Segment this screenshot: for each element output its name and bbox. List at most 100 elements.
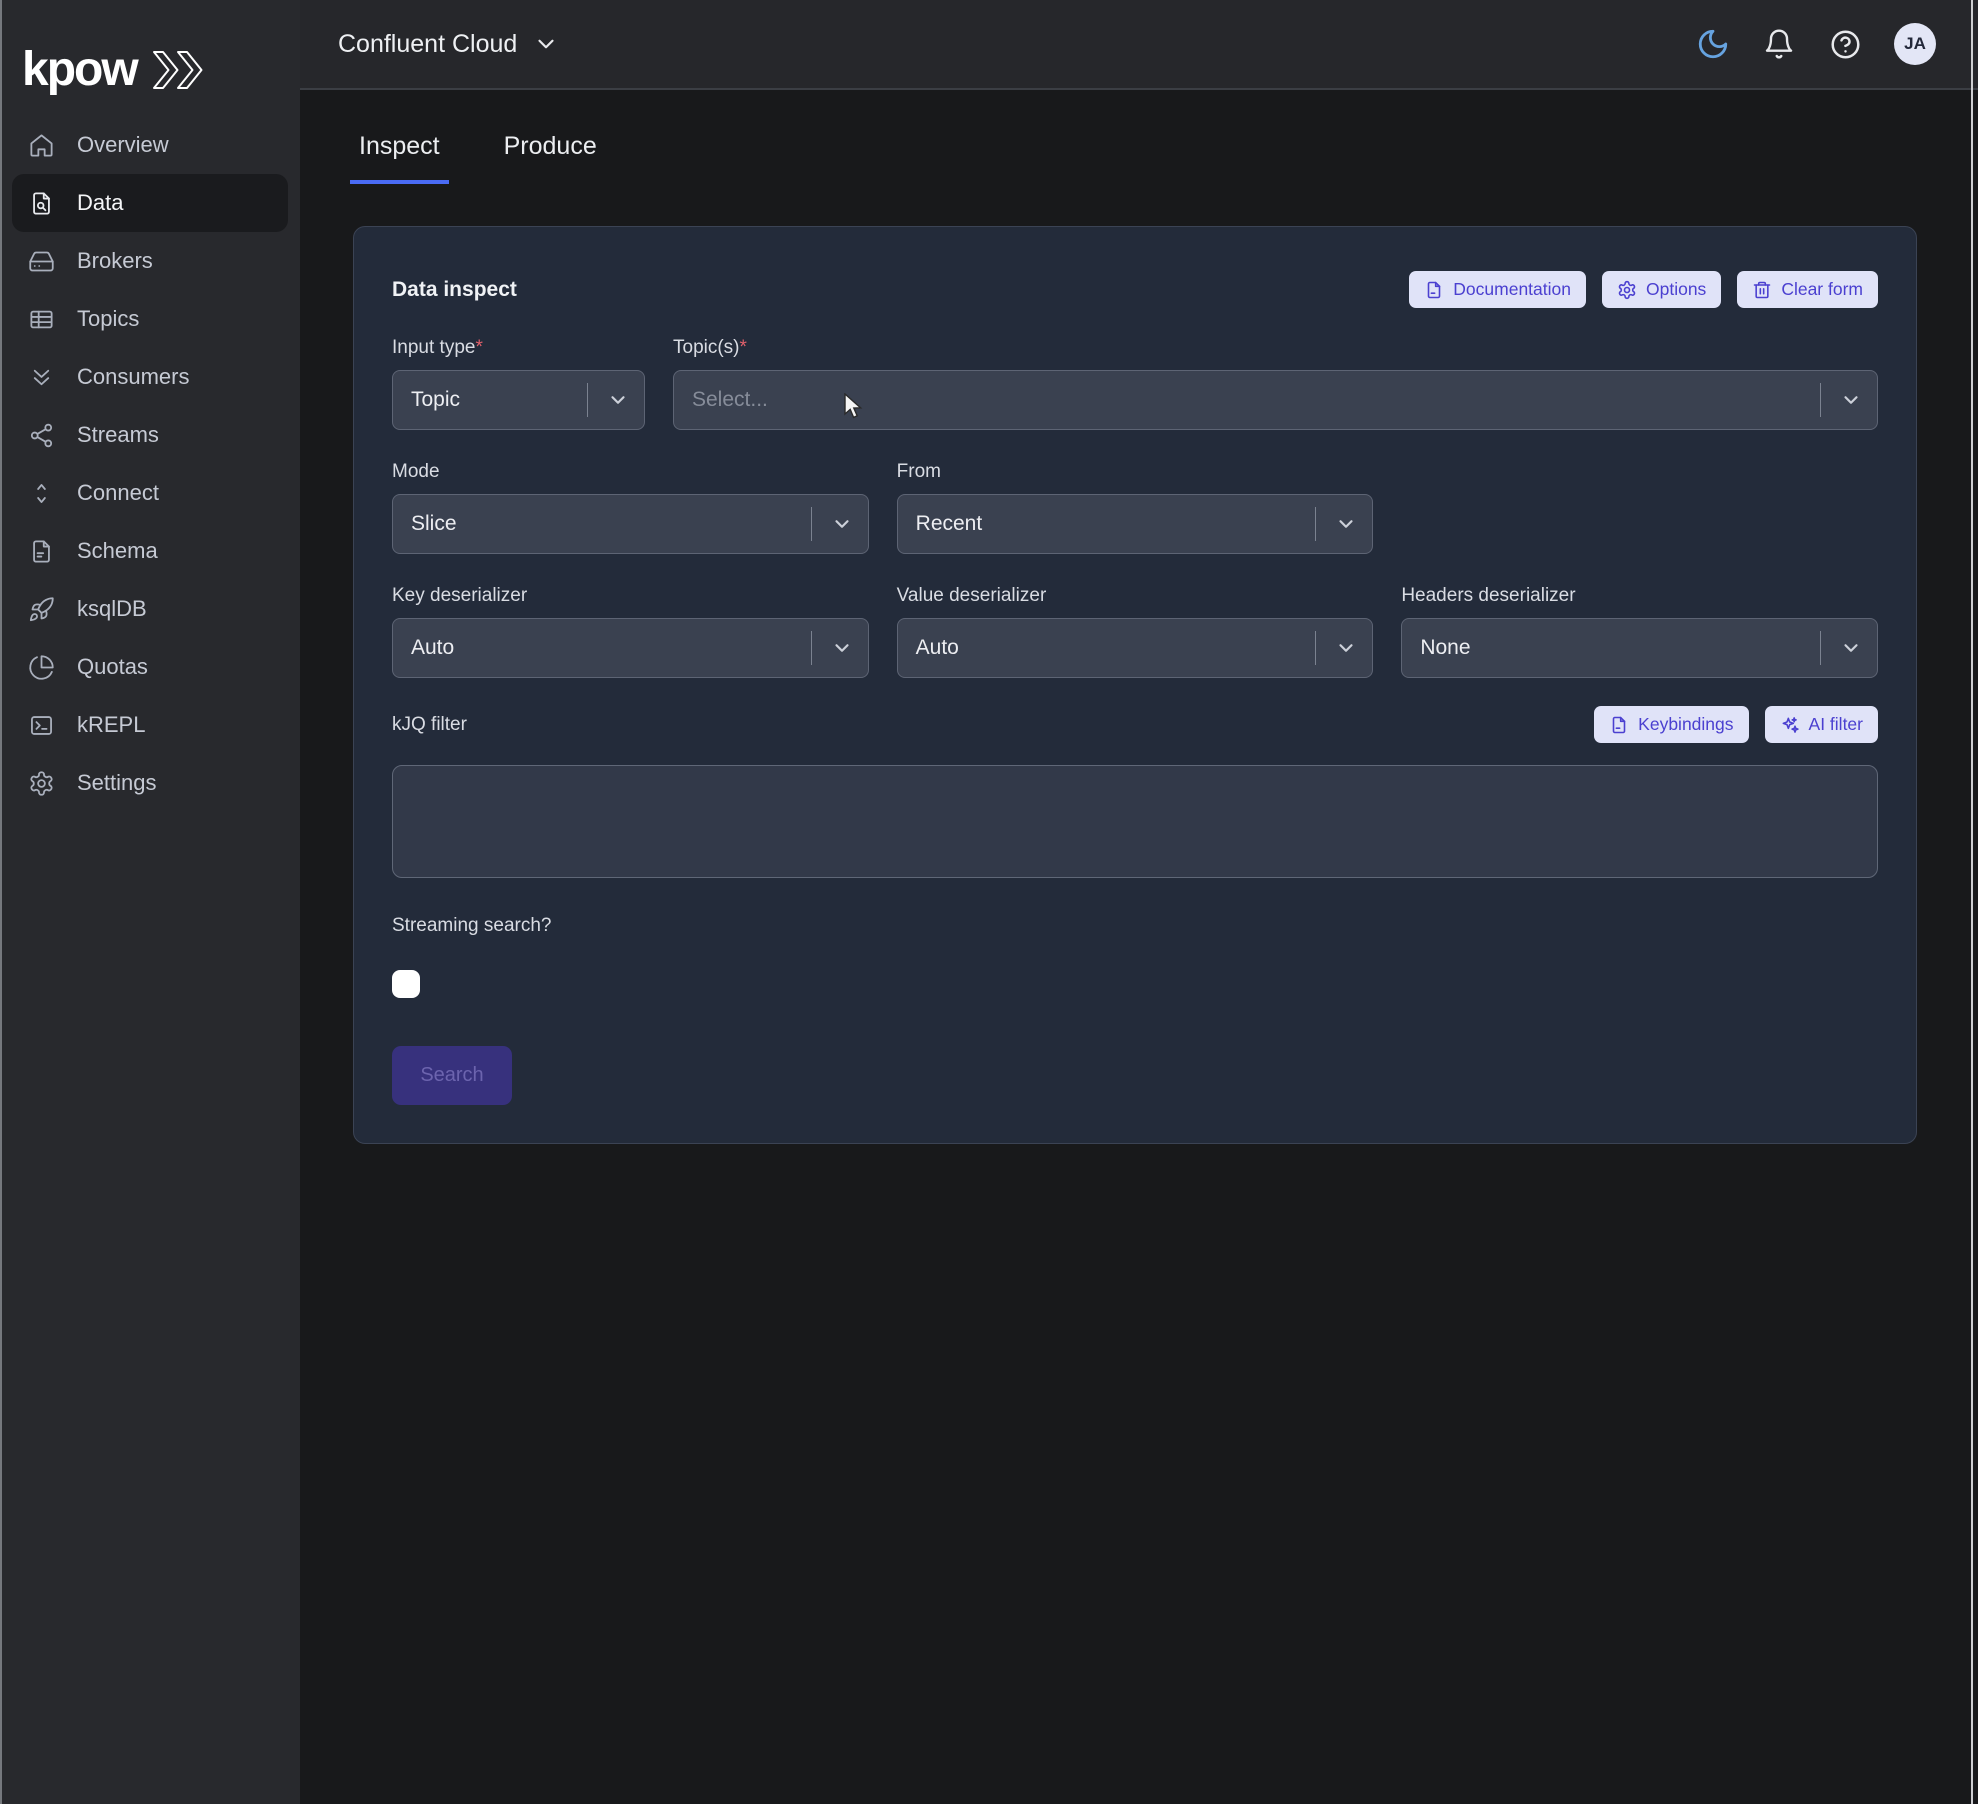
trash-icon [1752, 280, 1772, 300]
sidebar-nav: Overview Data Brokers Topics Consumers [0, 110, 300, 812]
cluster-selector-label: Confluent Cloud [338, 30, 517, 59]
sidebar-item-label: ksqlDB [77, 596, 147, 622]
avatar[interactable]: JA [1894, 23, 1936, 65]
document-icon [1609, 715, 1629, 735]
window-edge-right [1971, 0, 1973, 1804]
sidebar-item-topics[interactable]: Topics [12, 290, 288, 348]
document-icon [1424, 280, 1444, 300]
form-row-input-topics: Input type* Topic Topic(s)* Select... [392, 336, 1878, 430]
share-network-icon [28, 422, 55, 449]
tab-produce[interactable]: Produce [495, 132, 606, 184]
from-value: Recent [916, 512, 983, 536]
documentation-button[interactable]: Documentation [1409, 271, 1586, 308]
keybindings-button[interactable]: Keybindings [1594, 706, 1748, 743]
chevron-down-icon [1335, 513, 1357, 535]
sidebar-item-data[interactable]: Data [12, 174, 288, 232]
file-search-icon [28, 190, 55, 217]
select-divider [1315, 631, 1316, 665]
input-type-value: Topic [411, 388, 460, 412]
help-icon[interactable] [1828, 27, 1862, 61]
tab-inspect[interactable]: Inspect [350, 132, 449, 184]
input-type-field: Input type* Topic [392, 336, 645, 430]
headers-deserializer-field: Headers deserializer None [1401, 584, 1878, 678]
sidebar-item-brokers[interactable]: Brokers [12, 232, 288, 290]
from-select[interactable]: Recent [897, 494, 1374, 554]
bell-icon[interactable] [1762, 27, 1796, 61]
sidebar-item-quotas[interactable]: Quotas [12, 638, 288, 696]
sidebar-item-label: Topics [77, 306, 139, 332]
panel-actions: Documentation Options Clear form [1409, 271, 1878, 308]
sidebar-item-ksqldb[interactable]: ksqlDB [12, 580, 288, 638]
sidebar-item-overview[interactable]: Overview [12, 116, 288, 174]
topics-select[interactable]: Select... [673, 370, 1878, 430]
topbar-actions: JA [1696, 23, 1936, 65]
required-marker: * [475, 337, 482, 358]
kjq-filter-header: kJQ filter Keybindings AI filter [392, 706, 1878, 743]
sidebar-item-connect[interactable]: Connect [12, 464, 288, 522]
window-edge-left [0, 0, 2, 1804]
terminal-icon [28, 712, 55, 739]
unfold-vertical-icon [28, 480, 55, 507]
sidebar-item-krepl[interactable]: kREPL [12, 696, 288, 754]
select-divider [811, 631, 812, 665]
search-button[interactable]: Search [392, 1046, 512, 1105]
panel-title: Data inspect [392, 278, 517, 302]
data-inspect-panel: Data inspect Documentation Options Clear… [353, 226, 1917, 1144]
kpow-logo-text: kpow [22, 46, 137, 94]
chevron-down-icon [831, 513, 853, 535]
sidebar-item-label: kREPL [77, 712, 145, 738]
streaming-search-label: Streaming search? [392, 914, 1878, 938]
sidebar-item-schema[interactable]: Schema [12, 522, 288, 580]
key-deserializer-value: Auto [411, 636, 454, 660]
headers-deserializer-value: None [1420, 636, 1470, 660]
select-divider [811, 507, 812, 541]
chevrons-down-icon [28, 364, 55, 391]
sidebar-item-streams[interactable]: Streams [12, 406, 288, 464]
sidebar-item-label: Streams [77, 422, 159, 448]
main-content: Inspect Produce Data inspect Documentati… [300, 92, 1978, 1804]
sidebar-item-settings[interactable]: Settings [12, 754, 288, 812]
from-label: From [897, 460, 1374, 484]
options-button[interactable]: Options [1602, 271, 1721, 308]
input-type-select[interactable]: Topic [392, 370, 645, 430]
mode-value: Slice [411, 512, 457, 536]
topics-label: Topic(s)* [673, 336, 1878, 360]
tab-bar: Inspect Produce [300, 92, 1978, 184]
kjq-actions: Keybindings AI filter [1594, 706, 1878, 743]
sidebar-item-label: Connect [77, 480, 159, 506]
headers-deserializer-select[interactable]: None [1401, 618, 1878, 678]
kjq-filter-label: kJQ filter [392, 713, 467, 737]
hard-drive-icon [28, 248, 55, 275]
chevron-down-icon [1335, 637, 1357, 659]
sidebar-item-label: Consumers [77, 364, 189, 390]
value-deserializer-label: Value deserializer [897, 584, 1374, 608]
streaming-search-checkbox[interactable] [392, 970, 420, 998]
mode-select[interactable]: Slice [392, 494, 869, 554]
kpow-logo[interactable]: kpow [0, 0, 300, 110]
cluster-selector[interactable]: Confluent Cloud [338, 30, 559, 59]
chevron-down-icon [831, 637, 853, 659]
key-deserializer-select[interactable]: Auto [392, 618, 869, 678]
value-deserializer-value: Auto [916, 636, 959, 660]
kpow-chevrons-icon [151, 47, 221, 93]
select-divider [1820, 383, 1821, 417]
pie-chart-icon [28, 654, 55, 681]
sidebar-item-label: Data [77, 190, 123, 216]
required-marker: * [740, 337, 747, 358]
topbar: Confluent Cloud JA [300, 0, 1978, 90]
kjq-filter-textarea[interactable] [392, 765, 1878, 878]
sidebar-item-consumers[interactable]: Consumers [12, 348, 288, 406]
ai-filter-button[interactable]: AI filter [1765, 706, 1878, 743]
form-row-deserializers: Key deserializer Auto Value deserializer… [392, 584, 1878, 678]
value-deserializer-select[interactable]: Auto [897, 618, 1374, 678]
form-row-mode-from: Mode Slice From Recent [392, 460, 1878, 554]
gear-icon [1617, 280, 1637, 300]
clear-form-button[interactable]: Clear form [1737, 271, 1878, 308]
sidebar-item-label: Settings [77, 770, 157, 796]
chevron-down-icon [607, 389, 629, 411]
moon-icon[interactable] [1696, 27, 1730, 61]
sparkles-icon [1780, 715, 1800, 735]
key-deserializer-label: Key deserializer [392, 584, 869, 608]
chevron-down-icon [1840, 637, 1862, 659]
file-text-icon [28, 538, 55, 565]
